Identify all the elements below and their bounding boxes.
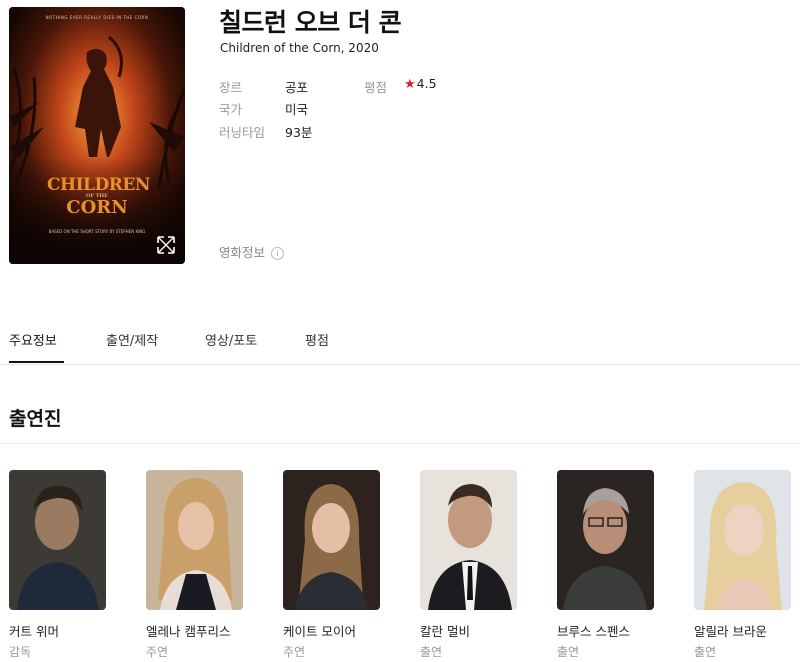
section-divider [0, 443, 800, 444]
movie-poster[interactable]: NOTHING EVER REALLY DIES IN THE CORN CHI… [9, 7, 185, 264]
cast-name[interactable]: 알릴라 브라운 [694, 621, 791, 640]
poster-tagline: NOTHING EVER REALLY DIES IN THE CORN [45, 15, 149, 20]
cast-name[interactable]: 엘레나 캠푸리스 [146, 621, 243, 640]
tab-ratings[interactable]: 평점 [305, 330, 329, 349]
info-value: 공포 [285, 80, 309, 95]
rating: ★4.5 [404, 76, 437, 92]
cast-role: 출연 [557, 645, 580, 659]
cast-name[interactable]: 커트 위머 [9, 621, 106, 640]
cast-role: 출연 [694, 645, 717, 659]
info-value: 미국 [285, 102, 309, 117]
tab-cast-crew[interactable]: 출연/제작 [106, 330, 158, 349]
rating-value: 4.5 [416, 76, 437, 91]
cast-photo[interactable] [420, 470, 517, 610]
active-tab-indicator [9, 361, 64, 363]
info-label: 장르 [219, 80, 243, 95]
cast-photo[interactable] [9, 470, 106, 610]
info-value: 93분 [285, 125, 313, 140]
star-icon: ★ [404, 77, 416, 92]
tab-main-info[interactable]: 주요정보 [9, 330, 57, 349]
cast-card[interactable]: 엘레나 캠푸리스 주연 [146, 470, 243, 660]
cast-photo[interactable] [557, 470, 654, 610]
cast-photo[interactable] [283, 470, 380, 610]
movie-info-link[interactable]: 영화정보 i [219, 242, 285, 261]
cast-photo[interactable] [146, 470, 243, 610]
tab-video-photo[interactable]: 영상/포토 [205, 330, 257, 349]
cast-card[interactable]: 브루스 스펜스 출연 [557, 470, 654, 660]
cast-name[interactable]: 케이트 모이어 [283, 621, 380, 640]
poster-logo: CHILDREN OF THE CORN [47, 175, 150, 218]
info-row-genre: 장르 공포 [219, 77, 308, 96]
original-title: Children of the Corn, 2020 [220, 41, 379, 55]
cast-role: 주연 [283, 645, 306, 659]
cast-role: 감독 [9, 645, 32, 659]
movie-info-label: 영화정보 [219, 245, 266, 260]
info-row-runtime: 러닝타임 93분 [219, 122, 312, 141]
poster-logo-line3: CORN [66, 197, 128, 218]
info-label: 러닝타임 [219, 125, 266, 140]
info-icon: i [271, 247, 285, 260]
cast-card[interactable]: 커트 위머 감독 [9, 470, 106, 660]
info-row-country: 국가 미국 [219, 99, 308, 118]
info-label: 국가 [219, 102, 243, 117]
cast-card[interactable]: 칼란 멀비 출연 [420, 470, 517, 660]
page-title: 칠드런 오브 더 콘 [219, 8, 402, 37]
tab-bar: 주요정보 출연/제작 영상/포토 평점 [0, 328, 800, 365]
cast-name[interactable]: 브루스 스펜스 [557, 621, 654, 640]
cast-role: 주연 [146, 645, 169, 659]
expand-icon[interactable] [155, 234, 177, 256]
cast-role: 출연 [420, 645, 443, 659]
poster-logo-line1: CHILDREN [47, 175, 150, 195]
cast-card[interactable]: 케이트 모이어 주연 [283, 470, 380, 660]
cast-name[interactable]: 칼란 멀비 [420, 621, 517, 640]
rating-label: 평점 [364, 80, 388, 95]
cast-card[interactable]: 알릴라 브라운 출연 [694, 470, 791, 660]
cast-photo[interactable] [694, 470, 791, 610]
cast-section-title: 출연진 [9, 408, 62, 430]
